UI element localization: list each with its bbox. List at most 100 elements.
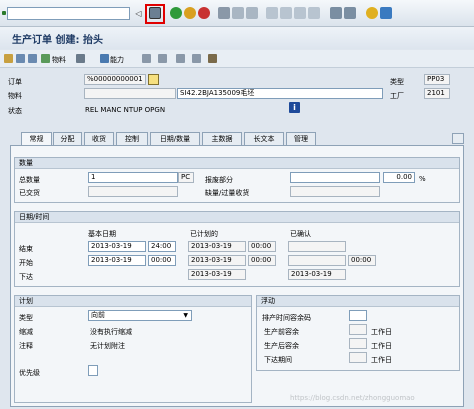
material-icon[interactable] <box>41 54 50 63</box>
prev-page-icon[interactable] <box>280 7 292 19</box>
cancel-icon[interactable] <box>198 7 210 19</box>
total-qty-field[interactable]: 1 <box>88 172 178 183</box>
back-icon[interactable] <box>170 7 182 19</box>
link-icon[interactable] <box>176 54 185 63</box>
float-before-label: 生产前容余 <box>264 328 299 336</box>
plant-label: 工厂 <box>390 92 404 100</box>
type-label: 类型 <box>390 78 404 86</box>
sched-type-value: 向前 <box>91 311 105 319</box>
tab-list-icon[interactable] <box>452 133 464 144</box>
priority-field[interactable] <box>88 365 98 376</box>
release-label: 下达 <box>19 273 33 281</box>
find-next-icon[interactable] <box>246 7 258 19</box>
basic-end-time[interactable]: 24:00 <box>148 241 176 252</box>
command-field[interactable] <box>7 7 130 20</box>
float-before-unit: 工作日 <box>371 328 392 336</box>
scrap-field[interactable] <box>290 172 380 183</box>
total-qty-label: 总数量 <box>19 176 40 184</box>
operations-icon[interactable] <box>16 54 25 63</box>
sched-release-date: 2013-03-19 <box>188 269 246 280</box>
delivered-label: 已交货 <box>19 189 40 197</box>
tab-general[interactable]: 常规 <box>21 132 52 146</box>
tab-master-data[interactable]: 主数据 <box>202 132 242 145</box>
attach-icon[interactable] <box>208 54 217 63</box>
capacity-icon[interactable] <box>100 54 109 63</box>
note-label: 注释 <box>19 342 33 350</box>
watermark: https://blog.csdn.net/zhongguomao <box>290 394 415 402</box>
order-label: 订单 <box>8 78 22 86</box>
capacity-button[interactable]: 能力 <box>110 55 124 65</box>
conf-release-date: 2013-03-19 <box>288 269 346 280</box>
conf-start-time: 00:00 <box>348 255 376 266</box>
float-after-field <box>349 338 367 349</box>
reduction-label: 缩减 <box>19 328 33 336</box>
float-after-unit: 工作日 <box>371 342 392 350</box>
tab-long-text[interactable]: 长文本 <box>244 132 284 145</box>
print-icon[interactable] <box>218 7 230 19</box>
first-page-icon[interactable] <box>266 7 278 19</box>
shortcut-icon[interactable] <box>344 7 356 19</box>
shortage-field <box>290 186 380 197</box>
basic-start-date[interactable]: 2013-03-19 <box>88 255 146 266</box>
scheduled-header: 已计划的 <box>190 230 218 238</box>
check-icon[interactable] <box>2 11 6 15</box>
quantity-heading: 数量 <box>15 158 459 169</box>
calc-icon[interactable] <box>192 54 201 63</box>
material-number-field <box>84 88 176 99</box>
next-page-icon[interactable] <box>294 7 306 19</box>
release-period-label: 下达期间 <box>264 356 292 364</box>
save-order-icon[interactable] <box>76 54 85 63</box>
priority-label: 优先级 <box>19 369 40 377</box>
tab-dates-quantities[interactable]: 日期/数量 <box>150 132 200 145</box>
scrap-percent-field[interactable]: 0.00 <box>383 172 415 183</box>
save-highlight <box>145 4 165 24</box>
note-value: 无计划附注 <box>90 342 125 350</box>
status-label: 状态 <box>8 107 22 115</box>
basic-start-time[interactable]: 00:00 <box>148 255 176 266</box>
confirmed-header: 已确认 <box>290 230 311 238</box>
unit-field: PC <box>178 172 194 183</box>
material-label: 物料 <box>8 92 22 100</box>
basic-end-date[interactable]: 2013-03-19 <box>88 241 146 252</box>
exit-icon[interactable] <box>184 7 196 19</box>
new-session-icon[interactable] <box>330 7 342 19</box>
edit-icon[interactable] <box>148 74 159 85</box>
conf-end-date <box>288 241 346 252</box>
help-icon[interactable] <box>366 7 378 19</box>
doc-icon[interactable] <box>158 54 167 63</box>
basic-date-header: 基本日期 <box>88 230 116 238</box>
tab-goods-receipt[interactable]: 收货 <box>84 132 114 145</box>
plant-field: 2101 <box>424 88 450 99</box>
command-history-icon[interactable]: ◁ <box>134 7 143 20</box>
last-page-icon[interactable] <box>308 7 320 19</box>
start-label: 开始 <box>19 259 33 267</box>
find-icon[interactable] <box>232 7 244 19</box>
float-heading: 浮动 <box>257 296 459 307</box>
sched-start-date: 2013-03-19 <box>188 255 246 266</box>
tab-administration[interactable]: 管理 <box>286 132 316 145</box>
tab-assignment[interactable]: 分配 <box>53 132 82 145</box>
status-value: REL MANC NTUP OPGN <box>85 106 166 114</box>
layout-icon[interactable] <box>380 7 392 19</box>
components-icon[interactable] <box>28 54 37 63</box>
conf-start-date <box>288 255 346 266</box>
header-icon[interactable] <box>4 54 13 63</box>
material-button[interactable]: 物料 <box>52 55 66 65</box>
dropdown-icon: ▼ <box>183 312 188 319</box>
reduction-value: 没有执行缩减 <box>90 328 132 336</box>
scrap-label: 报废部分 <box>205 176 233 184</box>
tab-control[interactable]: 控制 <box>116 132 148 145</box>
page-title: 生产订单 创建: 抬头 <box>12 35 103 46</box>
sched-margin-field[interactable] <box>349 310 367 321</box>
material-text-field[interactable]: SI42.2BJA135009毛坯 <box>177 88 383 99</box>
sched-end-time: 00:00 <box>248 241 276 252</box>
dates-heading: 日期/时间 <box>15 212 459 223</box>
application-toolbar <box>0 50 474 68</box>
release-period-field <box>349 352 367 363</box>
sched-type-select[interactable]: 向前 ▼ <box>88 310 192 321</box>
end-label: 结束 <box>19 245 33 253</box>
planning-heading: 计划 <box>15 296 251 307</box>
print-order-icon[interactable] <box>142 54 151 63</box>
sched-type-label: 类型 <box>19 314 33 322</box>
info-icon[interactable]: i <box>289 102 300 113</box>
